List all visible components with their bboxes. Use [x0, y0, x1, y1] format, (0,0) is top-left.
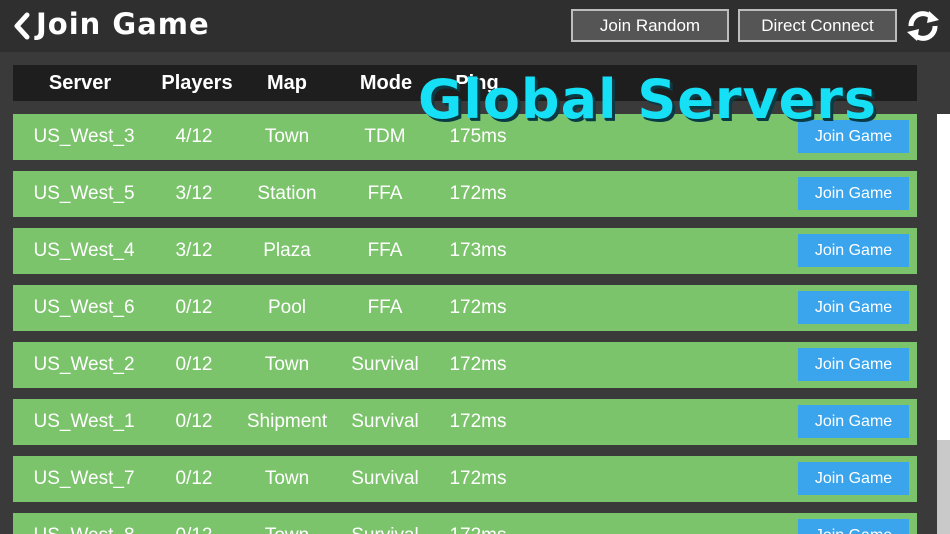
server-row[interactable]: US_West_2 0/12 Town Survival 172ms Join Game — [13, 342, 917, 388]
server-players-cell: 0/12 — [175, 354, 213, 375]
server-mode-cell: Survival — [351, 411, 419, 432]
server-row[interactable]: US_West_4 3/12 Plaza FFA 173ms Join Game — [13, 228, 917, 274]
scrollbar-thumb[interactable] — [937, 440, 950, 534]
global-servers-banner: Global Servers — [418, 68, 878, 131]
column-header-map: Map — [267, 72, 307, 94]
refresh-button[interactable] — [903, 8, 943, 44]
server-server-cell: US_West_8 — [13, 513, 155, 534]
server-players-cell: 3/12 — [175, 240, 213, 261]
column-header-server: Server — [48, 72, 112, 94]
server-ping-cell: 172ms — [428, 513, 528, 534]
server-players-cell: 0/12 — [175, 297, 213, 318]
server-ping-cell: 172ms — [449, 468, 507, 489]
server-map-cell: Shipment — [246, 411, 328, 432]
server-mode-cell: Survival — [351, 468, 419, 489]
join-game-button[interactable]: Join Game — [798, 462, 909, 495]
server-players-cell: 0/12 — [175, 468, 213, 489]
join-game-button[interactable]: Join Game — [798, 405, 909, 438]
server-ping-cell: 172ms — [449, 183, 507, 204]
server-mode-cell: Survival — [335, 513, 435, 534]
server-mode-cell: FFA — [367, 297, 403, 318]
server-mode-cell: Survival — [351, 354, 419, 375]
join-game-button[interactable]: Join Game — [798, 234, 909, 267]
server-row[interactable]: US_West_6 0/12 Pool FFA 172ms Join Game — [13, 285, 917, 331]
server-row[interactable]: US_West_1 0/12 Shipment Survival 172ms Join G… — [13, 399, 917, 445]
server-server-cell: US_West_1 — [33, 411, 135, 432]
top-bar: Join Game Join Random Direct Connect — [0, 0, 950, 52]
server-players-cell: 3/12 — [175, 183, 213, 204]
server-list[interactable]: US_West_3 4/12 Town TDM 175ms Join Game US_Wes… — [13, 114, 917, 534]
server-map-cell: Plaza — [263, 240, 311, 261]
join-game-button[interactable]: Join Game — [798, 291, 909, 324]
server-players-cell: 0/12 — [175, 411, 213, 432]
server-map-cell: Town — [264, 354, 310, 375]
join-game-button[interactable]: Join Game — [798, 177, 909, 210]
server-server-cell: US_West_6 — [33, 297, 135, 318]
server-row[interactable]: US_West_7 0/12 Town Survival 172ms Join Game — [13, 456, 917, 502]
join-game-button[interactable]: Join Game — [798, 348, 909, 381]
server-row[interactable]: US_West_80/12TownSurvival172ms Join Game — [13, 513, 917, 534]
server-map-cell: Station — [257, 183, 317, 204]
refresh-icon — [907, 11, 939, 41]
server-ping-cell: 173ms — [449, 240, 507, 261]
column-header-players: Players — [161, 72, 233, 94]
server-row[interactable]: US_West_5 3/12 Station FFA 172ms Join Game — [13, 171, 917, 217]
server-players-cell: 0/12 — [144, 513, 244, 534]
server-mode-cell: FFA — [367, 240, 403, 261]
server-ping-cell: 172ms — [449, 411, 507, 432]
server-server-cell: US_West_2 — [33, 354, 135, 375]
server-server-cell: US_West_5 — [33, 183, 135, 204]
direct-connect-button[interactable]: Direct Connect — [738, 9, 897, 42]
server-server-cell: US_West_3 — [33, 126, 135, 147]
server-map-cell: Pool — [267, 297, 307, 318]
server-server-cell: US_West_4 — [33, 240, 135, 261]
server-map-cell: Town — [237, 513, 337, 534]
server-ping-cell: 172ms — [449, 297, 507, 318]
server-map-cell: Town — [264, 126, 310, 147]
join-game-button[interactable]: Join Game — [798, 519, 909, 534]
chevron-left-icon — [14, 12, 30, 40]
back-button[interactable] — [12, 12, 32, 40]
join-random-button[interactable]: Join Random — [571, 9, 729, 42]
server-mode-cell: FFA — [367, 183, 403, 204]
page-title: Join Game — [36, 7, 210, 41]
server-ping-cell: 172ms — [449, 354, 507, 375]
server-map-cell: Town — [264, 468, 310, 489]
server-players-cell: 4/12 — [175, 126, 213, 147]
server-server-cell: US_West_7 — [33, 468, 135, 489]
